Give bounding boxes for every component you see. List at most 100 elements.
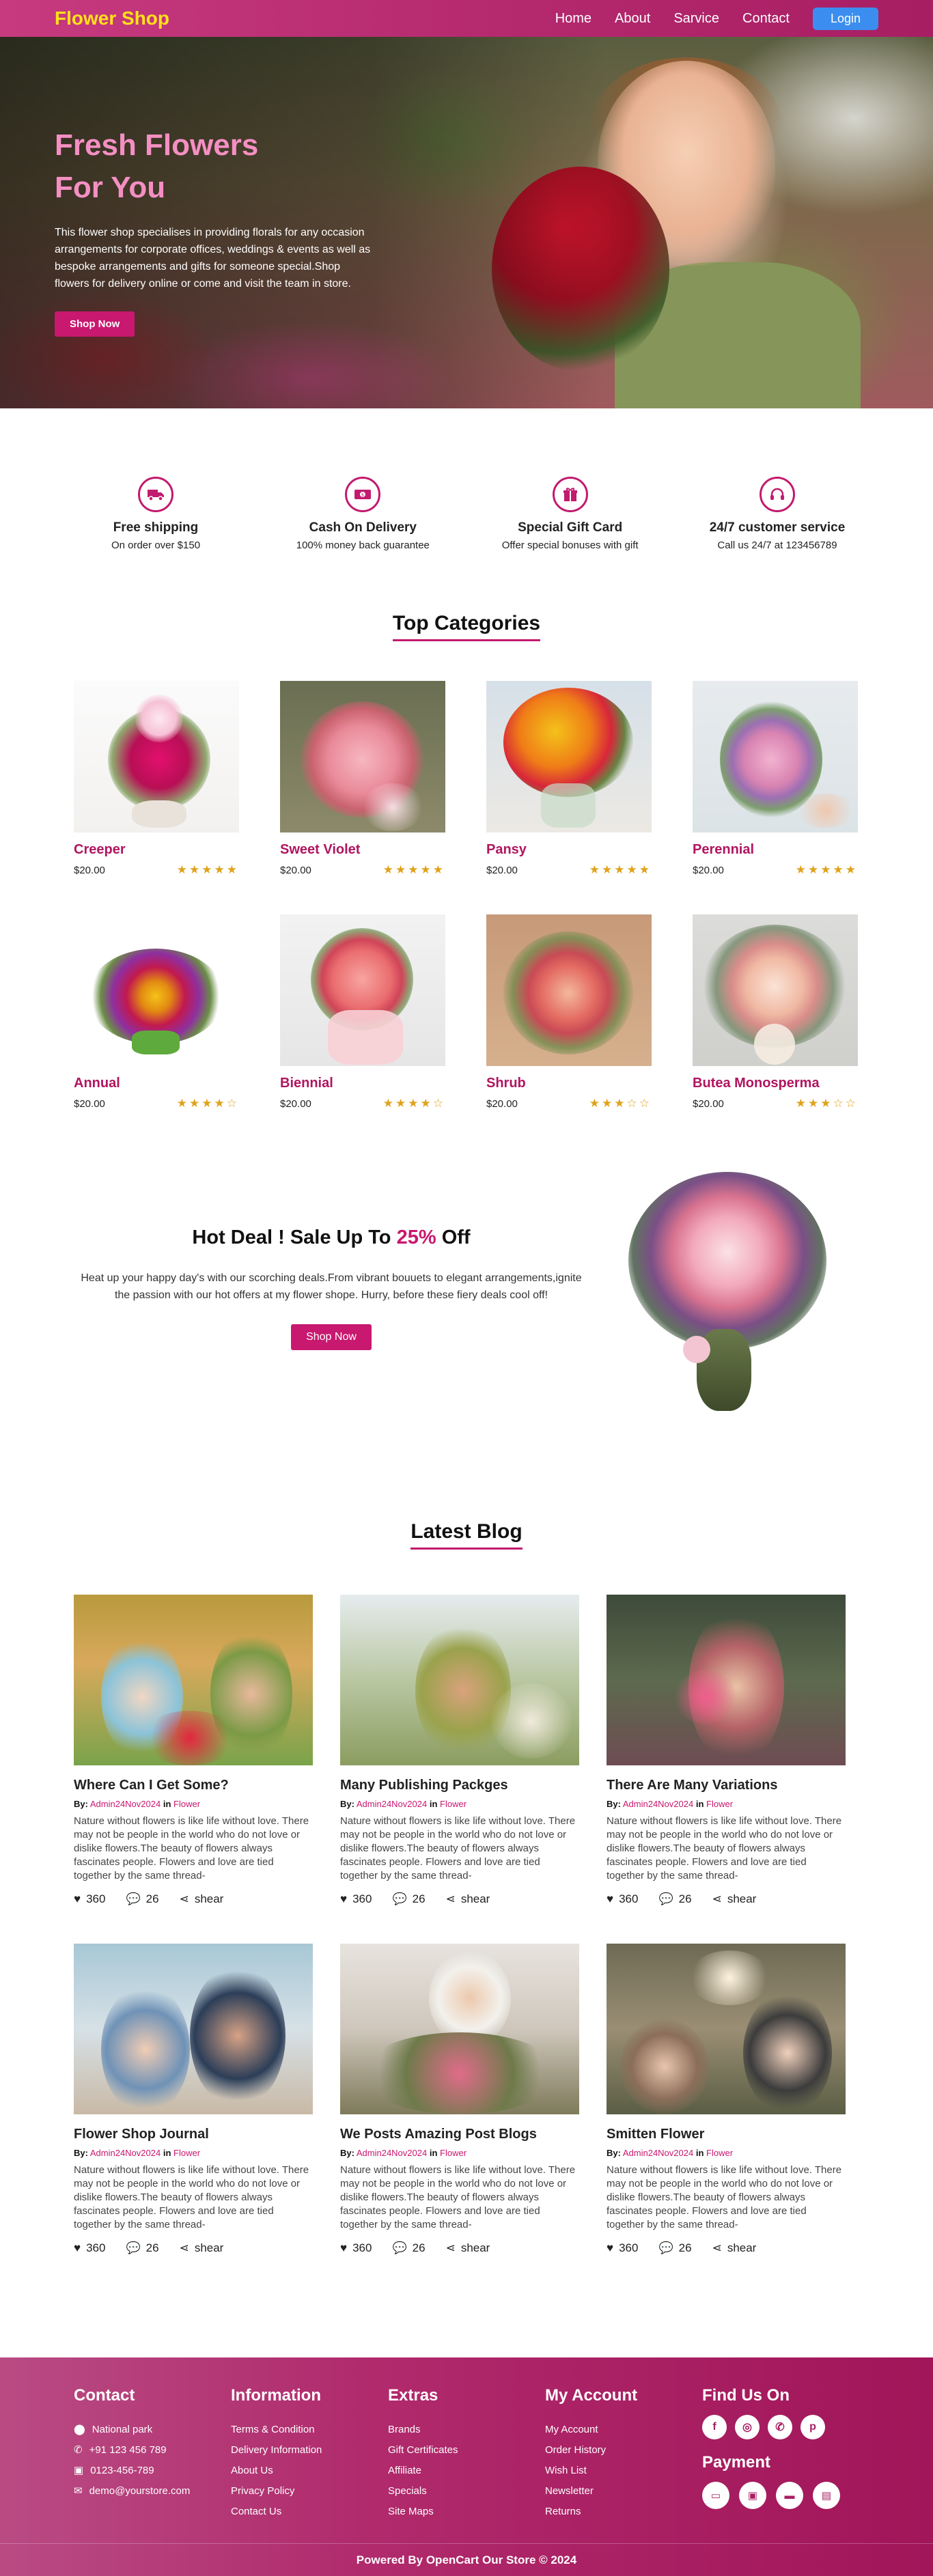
footer-link[interactable]: Returns bbox=[545, 2501, 702, 2521]
footer-link[interactable]: Delivery Information bbox=[231, 2439, 388, 2460]
like-button[interactable]: ♥ 360 bbox=[340, 1892, 372, 1906]
nav-service[interactable]: Sarvice bbox=[673, 11, 719, 27]
footer-link[interactable]: Privacy Policy bbox=[231, 2480, 388, 2501]
nav-contact[interactable]: Contact bbox=[742, 11, 790, 27]
blog-title[interactable]: Flower Shop Journal bbox=[74, 2127, 313, 2142]
category-name[interactable]: Biennial bbox=[280, 1076, 445, 1091]
like-button[interactable]: ♥ 360 bbox=[74, 2241, 105, 2255]
category-name[interactable]: Creeper bbox=[74, 842, 239, 858]
blog-author[interactable]: Admin24Nov2024 bbox=[357, 2148, 427, 2158]
blog-category[interactable]: Flower bbox=[440, 1799, 466, 1809]
instagram-icon[interactable]: ◎ bbox=[735, 2415, 760, 2439]
footer-link[interactable]: Contact Us bbox=[231, 2501, 388, 2521]
share-icon: ⋖ bbox=[445, 2241, 456, 2254]
nav-home[interactable]: Home bbox=[555, 11, 591, 27]
share-button[interactable]: ⋖ shear bbox=[712, 1892, 757, 1906]
category-name[interactable]: Perennial bbox=[693, 842, 858, 858]
blog-actions: ♥ 360 💬 26 ⋖ shear bbox=[607, 1892, 846, 1906]
hero-shop-now-button[interactable]: Shop Now bbox=[55, 311, 135, 337]
category-card[interactable]: Biennial $20.00 ★★★★☆ bbox=[280, 914, 445, 1110]
share-button[interactable]: ⋖ shear bbox=[180, 2241, 224, 2255]
blog-author[interactable]: Admin24Nov2024 bbox=[357, 1799, 427, 1809]
blog-image[interactable] bbox=[340, 1944, 579, 2114]
share-button[interactable]: ⋖ shear bbox=[180, 1892, 224, 1906]
category-card[interactable]: Pansy $20.00 ★★★★★ bbox=[486, 681, 652, 877]
category-image[interactable] bbox=[693, 914, 858, 1066]
blog-category[interactable]: Flower bbox=[440, 2148, 466, 2158]
fax-icon: ▣ bbox=[74, 2465, 84, 2476]
blog-category[interactable]: Flower bbox=[173, 1799, 200, 1809]
whatsapp-icon[interactable]: ✆ bbox=[768, 2415, 792, 2439]
category-card[interactable]: Perennial $20.00 ★★★★★ bbox=[693, 681, 858, 877]
blog-title[interactable]: We Posts Amazing Post Blogs bbox=[340, 2127, 579, 2142]
category-image[interactable] bbox=[74, 914, 239, 1066]
blog-author[interactable]: Admin24Nov2024 bbox=[90, 2148, 161, 2158]
comment-button[interactable]: 💬 26 bbox=[658, 2241, 691, 2255]
like-button[interactable]: ♥ 360 bbox=[340, 2241, 372, 2255]
comment-button[interactable]: 💬 26 bbox=[126, 2241, 158, 2255]
footer-link[interactable]: Newsletter bbox=[545, 2480, 702, 2501]
footer-link[interactable]: Site Maps bbox=[388, 2501, 545, 2521]
blog-image[interactable] bbox=[607, 1944, 846, 2114]
blog-image[interactable] bbox=[74, 1944, 313, 2114]
category-image[interactable] bbox=[280, 914, 445, 1066]
contact-email[interactable]: ✉ demo@yourstore.com bbox=[74, 2480, 231, 2501]
blog-image[interactable] bbox=[340, 1595, 579, 1765]
blog-title[interactable]: Many Publishing Packges bbox=[340, 1778, 579, 1793]
footer-link[interactable]: Brands bbox=[388, 2419, 545, 2439]
category-name[interactable]: Pansy bbox=[486, 842, 652, 858]
category-name[interactable]: Sweet Violet bbox=[280, 842, 445, 858]
blog-image[interactable] bbox=[607, 1595, 846, 1765]
comment-button[interactable]: 💬 26 bbox=[392, 1892, 425, 1906]
blog-title[interactable]: Smitten Flower bbox=[607, 2127, 846, 2142]
like-button[interactable]: ♥ 360 bbox=[607, 1892, 638, 1906]
category-card[interactable]: Sweet Violet $20.00 ★★★★★ bbox=[280, 681, 445, 877]
category-image[interactable] bbox=[486, 914, 652, 1066]
footer-link[interactable]: Affiliate bbox=[388, 2460, 545, 2480]
share-button[interactable]: ⋖ shear bbox=[446, 2241, 490, 2255]
footer-link[interactable]: Specials bbox=[388, 2480, 545, 2501]
category-card[interactable]: Shrub $20.00 ★★★☆☆ bbox=[486, 914, 652, 1110]
blog-title[interactable]: There Are Many Variations bbox=[607, 1778, 846, 1793]
blog-image[interactable] bbox=[74, 1595, 313, 1765]
pinterest-icon[interactable]: p bbox=[800, 2415, 825, 2439]
contact-phone[interactable]: ✆ +91 123 456 789 bbox=[74, 2439, 231, 2460]
category-image[interactable] bbox=[693, 681, 858, 832]
blog-title[interactable]: Where Can I Get Some? bbox=[74, 1778, 313, 1793]
nav-about[interactable]: About bbox=[615, 11, 650, 27]
category-card[interactable]: Creeper $20.00 ★★★★★ bbox=[74, 681, 239, 877]
comment-button[interactable]: 💬 26 bbox=[658, 1892, 691, 1906]
facebook-icon[interactable]: f bbox=[702, 2415, 727, 2439]
category-name[interactable]: Shrub bbox=[486, 1076, 652, 1091]
blog-category[interactable]: Flower bbox=[173, 2148, 200, 2158]
share-button[interactable]: ⋖ shear bbox=[446, 1892, 490, 1906]
footer-link[interactable]: Wish List bbox=[545, 2460, 702, 2480]
blog-category[interactable]: Flower bbox=[706, 2148, 733, 2158]
blog-author[interactable]: Admin24Nov2024 bbox=[623, 2148, 693, 2158]
blog-category[interactable]: Flower bbox=[706, 1799, 733, 1809]
share-button[interactable]: ⋖ shear bbox=[712, 2241, 757, 2255]
hot-deal-shop-now-button[interactable]: Shop Now bbox=[291, 1324, 372, 1350]
like-button[interactable]: ♥ 360 bbox=[74, 1892, 105, 1906]
comment-button[interactable]: 💬 26 bbox=[126, 1892, 158, 1906]
category-card[interactable]: Butea Monosperma $20.00 ★★★☆☆ bbox=[693, 914, 858, 1110]
category-image[interactable] bbox=[74, 681, 239, 832]
blog-author[interactable]: Admin24Nov2024 bbox=[90, 1799, 161, 1809]
logo[interactable]: Flower Shop bbox=[55, 8, 169, 29]
blog-author[interactable]: Admin24Nov2024 bbox=[623, 1799, 693, 1809]
login-button[interactable]: Login bbox=[812, 7, 878, 30]
comment-button[interactable]: 💬 26 bbox=[392, 2241, 425, 2255]
category-name[interactable]: Butea Monosperma bbox=[693, 1076, 858, 1091]
feature-title: Free shipping bbox=[113, 520, 199, 535]
footer-link[interactable]: About Us bbox=[231, 2460, 388, 2480]
footer-link[interactable]: My Account bbox=[545, 2419, 702, 2439]
rating-stars: ★★★★★ bbox=[795, 863, 858, 876]
category-name[interactable]: Annual bbox=[74, 1076, 239, 1091]
footer-link[interactable]: Terms & Condition bbox=[231, 2419, 388, 2439]
footer-link[interactable]: Gift Certificates bbox=[388, 2439, 545, 2460]
category-image[interactable] bbox=[280, 681, 445, 832]
category-card[interactable]: Annual $20.00 ★★★★☆ bbox=[74, 914, 239, 1110]
like-button[interactable]: ♥ 360 bbox=[607, 2241, 638, 2255]
footer-link[interactable]: Order History bbox=[545, 2439, 702, 2460]
category-image[interactable] bbox=[486, 681, 652, 832]
